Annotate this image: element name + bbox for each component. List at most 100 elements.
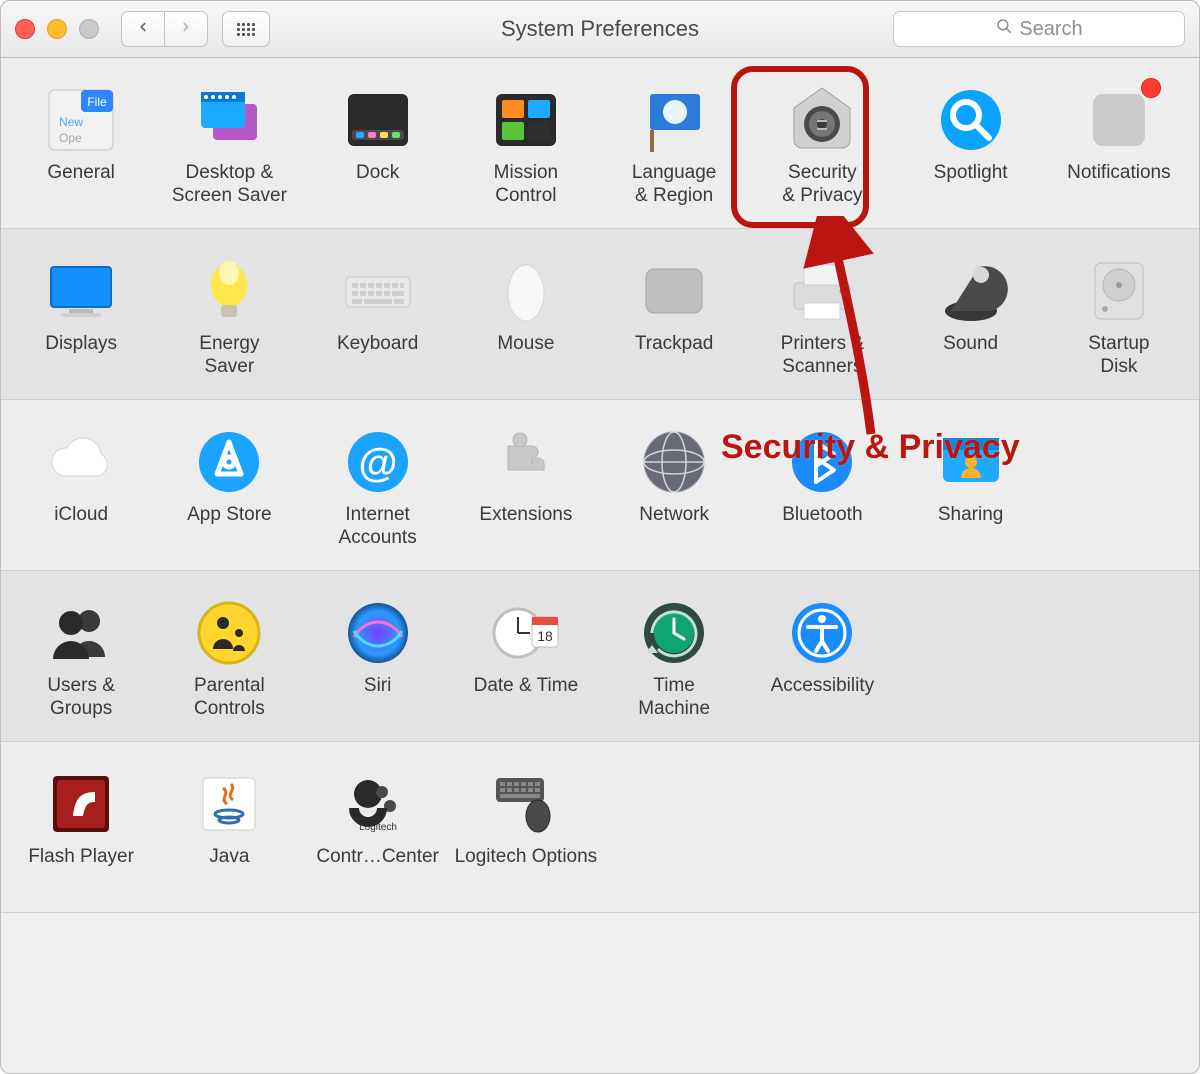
icloud-icon (43, 424, 119, 500)
mouse-icon (488, 253, 564, 329)
pane-label: Desktop & Screen Saver (172, 162, 287, 208)
pane-label: General (47, 162, 115, 185)
flash-player-icon (43, 766, 119, 842)
pane-language-region[interactable]: Language & Region (600, 76, 748, 214)
pane-displays[interactable]: Displays (7, 247, 155, 385)
startup-disk-icon (1081, 253, 1157, 329)
pane-label: Siri (364, 675, 391, 698)
pane-trackpad[interactable]: Trackpad (600, 247, 748, 385)
svg-text:Ope: Ope (59, 131, 82, 145)
pane-icloud[interactable]: iCloud (7, 418, 155, 556)
pane-startup-disk[interactable]: Startup Disk (1045, 247, 1193, 385)
pane-label: Energy Saver (199, 333, 259, 379)
pane-logitech-control-center[interactable]: Logitech Contr…Center (304, 760, 452, 898)
svg-text:Logitech: Logitech (359, 822, 397, 833)
displays-icon (43, 253, 119, 329)
pane-label: Bluetooth (782, 504, 862, 527)
minimize-button[interactable] (47, 19, 67, 39)
pane-sound[interactable]: Sound (897, 247, 1045, 385)
preferences-grid: File New Ope General (1, 58, 1199, 1073)
pane-label: Notifications (1067, 162, 1171, 185)
dock-icon (340, 82, 416, 158)
accessibility-icon (784, 595, 860, 671)
pane-keyboard[interactable]: Keyboard (304, 247, 452, 385)
pane-accessibility[interactable]: Accessibility (748, 589, 896, 727)
trackpad-icon (636, 253, 712, 329)
app-store-icon (191, 424, 267, 500)
java-icon (191, 766, 267, 842)
row-internet: iCloud App Store (1, 400, 1199, 571)
pane-security-privacy[interactable]: Security & Privacy (748, 76, 896, 214)
language-region-icon (636, 82, 712, 158)
pane-label: Time Machine (638, 675, 710, 721)
pane-extensions[interactable]: Extensions (452, 418, 600, 556)
grid-icon (237, 23, 255, 36)
pane-label: Security & Privacy (782, 162, 862, 208)
svg-text:File: File (87, 95, 107, 109)
pane-label: iCloud (54, 504, 108, 527)
pane-logitech-options[interactable]: Logitech Options (452, 760, 600, 898)
energy-saver-icon (191, 253, 267, 329)
printers-scanners-icon (784, 253, 860, 329)
close-button[interactable] (15, 19, 35, 39)
chevron-right-icon (179, 18, 193, 41)
pane-label: Printers & Scanners (781, 333, 864, 379)
system-preferences-window: System Preferences Search (0, 0, 1200, 1074)
spotlight-icon (933, 82, 1009, 158)
pane-mouse[interactable]: Mouse (452, 247, 600, 385)
window-controls (15, 19, 99, 39)
pane-label: Internet Accounts (339, 504, 417, 550)
pane-label: Sound (943, 333, 998, 356)
pane-label: Spotlight (934, 162, 1008, 185)
row-hardware: Displays Energy Saver (1, 229, 1199, 400)
forward-button[interactable] (164, 11, 208, 47)
pane-parental-controls[interactable]: Parental Controls (155, 589, 303, 727)
network-icon (636, 424, 712, 500)
pane-label: Parental Controls (194, 675, 265, 721)
search-placeholder: Search (1019, 18, 1082, 41)
pane-energy-saver[interactable]: Energy Saver (155, 247, 303, 385)
zoom-button[interactable] (79, 19, 99, 39)
pane-mission-control[interactable]: Mission Control (452, 76, 600, 214)
pane-desktop-screensaver[interactable]: Desktop & Screen Saver (155, 76, 303, 214)
sharing-icon (933, 424, 1009, 500)
pane-users-groups[interactable]: Users & Groups (7, 589, 155, 727)
pane-bluetooth[interactable]: Bluetooth (748, 418, 896, 556)
notifications-icon (1081, 82, 1157, 158)
pane-label: Flash Player (28, 846, 134, 869)
pane-label: Extensions (479, 504, 572, 527)
date-time-icon: 18 (488, 595, 564, 671)
search-icon (995, 17, 1013, 41)
svg-text:New: New (59, 115, 83, 129)
back-button[interactable] (121, 11, 165, 47)
pane-siri[interactable]: Siri (304, 589, 452, 727)
pane-label: Mouse (497, 333, 554, 356)
pane-app-store[interactable]: App Store (155, 418, 303, 556)
pane-java[interactable]: Java (155, 760, 303, 898)
time-machine-icon (636, 595, 712, 671)
pane-printers-scanners[interactable]: Printers & Scanners (748, 247, 896, 385)
titlebar: System Preferences Search (1, 1, 1199, 58)
pane-label: Contr…Center (316, 846, 439, 869)
pane-label: App Store (187, 504, 272, 527)
pane-dock[interactable]: Dock (304, 76, 452, 214)
search-field[interactable]: Search (893, 11, 1185, 47)
svg-text:18: 18 (537, 628, 553, 644)
pane-label: Startup Disk (1088, 333, 1149, 379)
internet-accounts-icon: @ (340, 424, 416, 500)
pane-notifications[interactable]: Notifications (1045, 76, 1193, 214)
nav-buttons (121, 11, 208, 47)
pane-spotlight[interactable]: Spotlight (897, 76, 1045, 214)
show-all-button[interactable] (222, 11, 270, 47)
pane-network[interactable]: Network (600, 418, 748, 556)
pane-label: Trackpad (635, 333, 714, 356)
pane-date-time[interactable]: 18 Date & Time (452, 589, 600, 727)
pane-sharing[interactable]: Sharing (897, 418, 1045, 556)
siri-icon (340, 595, 416, 671)
pane-general[interactable]: File New Ope General (7, 76, 155, 214)
pane-internet-accounts[interactable]: @ Internet Accounts (304, 418, 452, 556)
keyboard-icon (340, 253, 416, 329)
pane-time-machine[interactable]: Time Machine (600, 589, 748, 727)
pane-flash-player[interactable]: Flash Player (7, 760, 155, 898)
logitech-control-center-icon: Logitech (340, 766, 416, 842)
